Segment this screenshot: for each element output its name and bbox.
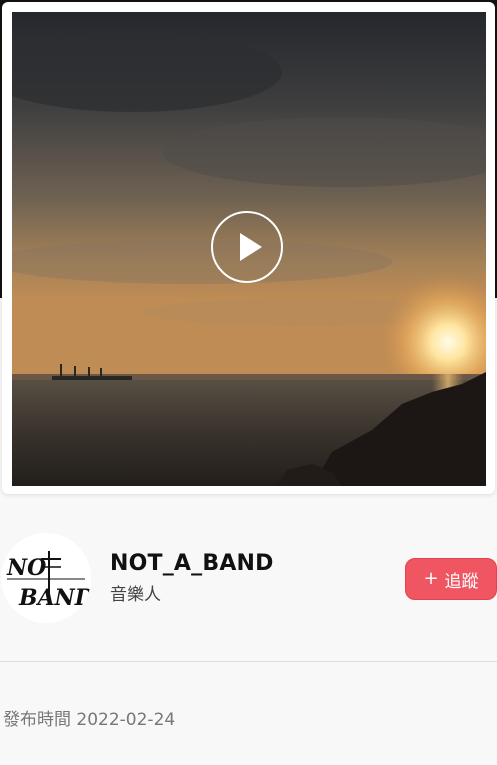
video-thumbnail[interactable] <box>12 12 486 486</box>
band-logo-image: NO BAND <box>1 533 91 623</box>
play-button[interactable] <box>211 211 283 283</box>
publish-label: 發布時間 <box>3 710 71 730</box>
follow-button[interactable]: + 追蹤 <box>405 558 497 600</box>
publish-date: 發布時間 2022-02-24 <box>3 705 175 730</box>
video-card <box>2 2 495 494</box>
artist-role: 音樂人 <box>110 585 161 605</box>
svg-text:NO: NO <box>6 555 46 581</box>
plus-icon: + <box>423 568 439 589</box>
publish-date-value: 2022-02-24 <box>76 710 176 730</box>
artist-avatar[interactable]: NO BAND <box>1 533 91 623</box>
play-icon <box>240 233 262 261</box>
follow-label: 追蹤 <box>444 571 479 592</box>
svg-text:BAND: BAND <box>18 585 91 611</box>
divider <box>0 661 497 662</box>
artist-name[interactable]: NOT_A_BAND <box>110 551 274 576</box>
